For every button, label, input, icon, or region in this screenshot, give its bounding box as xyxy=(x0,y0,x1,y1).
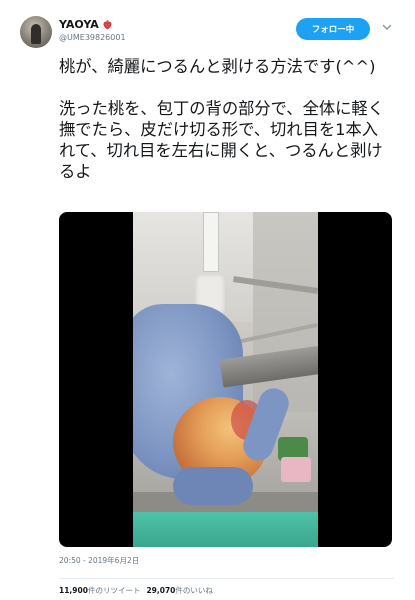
following-button[interactable]: フォロー中 xyxy=(296,18,370,40)
retweet-stat[interactable]: 11,900件のリツイート xyxy=(59,585,140,596)
avatar[interactable] xyxy=(20,16,52,48)
tweet-paragraph: 桃が、綺麗につるんと剥ける方法です(^^) xyxy=(59,57,376,76)
retweet-label: 件のリツイート xyxy=(87,586,141,595)
tweet-card: YAOYA @UME39826001 フォロー中 桃が、綺麗につるんと剥ける方法… xyxy=(0,0,415,600)
retweet-count: 11,900 xyxy=(59,586,88,595)
tweet-text: 桃が、綺麗につるんと剥ける方法です(^^) 洗った桃を、包丁の背の部分で、全体に… xyxy=(59,56,394,182)
divider xyxy=(59,578,394,579)
strawberry-icon xyxy=(103,19,112,30)
user-name[interactable]: YAOYA xyxy=(59,18,99,31)
like-count: 29,070 xyxy=(146,586,176,595)
tweet-stats: 11,900件のリツイート 29,070件のいいね xyxy=(59,585,213,596)
user-handle[interactable]: @UME39826001 xyxy=(59,33,126,42)
like-label: 件のいいね xyxy=(175,586,213,595)
like-stat[interactable]: 29,070件のいいね xyxy=(146,585,212,596)
video-player[interactable] xyxy=(59,212,392,547)
tweet-paragraph: 洗った桃を、包丁の背の部分で、全体に軽く撫でたら、皮だけ切る形で、切れ目を1本入… xyxy=(59,99,384,181)
user-name-row[interactable]: YAOYA xyxy=(59,18,113,31)
tweet-timestamp[interactable]: 20:50 - 2019年6月2日 xyxy=(59,555,139,566)
chevron-down-icon[interactable] xyxy=(381,21,393,33)
video-frame xyxy=(133,212,318,547)
